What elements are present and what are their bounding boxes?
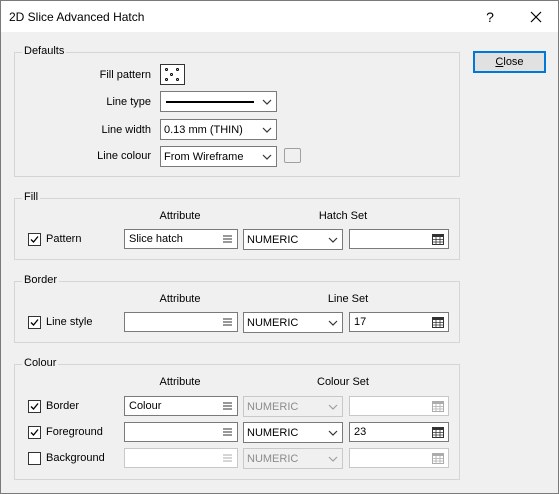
list-icon[interactable] [223, 235, 232, 243]
help-button[interactable]: ? [467, 1, 513, 32]
close-icon [530, 11, 542, 22]
grid-icon[interactable] [432, 317, 444, 328]
list-icon [223, 454, 232, 462]
colour-foreground-type-select[interactable]: NUMERIC [243, 422, 343, 443]
chevron-down-icon [262, 127, 272, 133]
fill-group-label: Fill [22, 191, 41, 203]
line-width-select[interactable]: 0.13 mm (THIN) [160, 119, 277, 140]
colour-border-set-field [349, 396, 449, 416]
pattern-dot [165, 68, 168, 71]
list-icon[interactable] [223, 428, 232, 436]
colour-border-attribute-field[interactable]: Colour [124, 396, 238, 416]
pattern-checkbox[interactable] [28, 233, 41, 246]
line-style-type-select[interactable]: NUMERIC [243, 312, 343, 333]
colour-set-header: Colour Set [317, 376, 369, 388]
fill-attribute-header: Attribute [159, 210, 201, 222]
title-bar: 2D Slice Advanced Hatch ? [1, 1, 558, 32]
line-style-checkbox[interactable] [28, 316, 41, 329]
hatch-set-field[interactable] [349, 229, 449, 249]
colour-background-label: Background [46, 452, 105, 464]
colour-background-checkbox[interactable] [28, 452, 41, 465]
line-colour-swatch-button[interactable] [284, 148, 301, 163]
close-window-button[interactable] [513, 1, 559, 32]
colour-background-type-select: NUMERIC [243, 448, 343, 469]
pattern-label: Pattern [46, 233, 82, 245]
colour-border-checkbox[interactable] [28, 400, 41, 413]
pattern-type-select[interactable]: NUMERIC [243, 229, 343, 250]
colour-background-attribute-field [124, 448, 238, 468]
chevron-down-icon [262, 154, 272, 160]
chevron-down-icon [328, 430, 338, 436]
line-width-value: 0.13 mm (THIN) [164, 123, 243, 136]
chevron-down-icon [328, 320, 338, 326]
line-type-label: Line type [106, 96, 151, 108]
grid-icon[interactable] [432, 427, 444, 438]
line-colour-value: From Wireframe [164, 150, 244, 163]
line-style-label: Line style [46, 316, 93, 328]
defaults-group-label: Defaults [22, 45, 67, 57]
border-attribute-header: Attribute [159, 293, 201, 305]
help-icon: ? [486, 8, 494, 25]
grid-icon [432, 401, 444, 412]
border-group-label: Border [22, 274, 60, 286]
fill-set-header: Hatch Set [318, 210, 368, 222]
list-icon[interactable] [223, 402, 232, 410]
grid-icon [432, 453, 444, 464]
check-icon [30, 403, 39, 410]
pattern-attribute-field[interactable]: Slice hatch [124, 229, 238, 249]
line-width-label: Line width [101, 124, 151, 136]
line-colour-label: Line colour [97, 150, 151, 162]
list-icon[interactable] [223, 318, 232, 326]
chevron-down-icon [328, 404, 338, 410]
check-icon [30, 319, 39, 326]
fill-pattern-picker[interactable] [160, 64, 185, 85]
colour-foreground-set-field[interactable]: 23 [349, 422, 449, 442]
line-colour-select[interactable]: From Wireframe [160, 146, 277, 167]
colour-border-label: Border [46, 400, 80, 412]
pattern-dot [176, 68, 179, 71]
line-type-select[interactable] [160, 91, 277, 112]
colour-attribute-header: Attribute [159, 376, 201, 388]
chevron-down-icon [328, 456, 338, 462]
colour-group-label: Colour [22, 357, 59, 369]
colour-border-type-select: NUMERIC [243, 396, 343, 417]
colour-background-set-field [349, 448, 449, 468]
line-set-field[interactable]: 17 [349, 312, 449, 332]
grid-icon[interactable] [432, 234, 444, 245]
colour-foreground-checkbox[interactable] [28, 426, 41, 439]
chevron-down-icon [328, 237, 338, 243]
pattern-dot [165, 78, 168, 81]
dialog-title: 2D Slice Advanced Hatch [9, 10, 145, 24]
check-icon [30, 236, 39, 243]
line-style-attribute-field[interactable] [124, 312, 238, 332]
close-button[interactable]: Close [473, 51, 546, 73]
dialog-window: 2D Slice Advanced Hatch ? Close Defaults… [0, 0, 559, 494]
colour-foreground-label: Foreground [46, 426, 103, 438]
fill-pattern-label: Fill pattern [99, 69, 151, 81]
check-icon [30, 429, 39, 436]
chevron-down-icon [262, 99, 272, 105]
line-type-sample [166, 101, 254, 103]
colour-foreground-attribute-field[interactable] [124, 422, 238, 442]
border-set-header: Line Set [327, 293, 369, 305]
pattern-dot [176, 78, 179, 81]
pattern-dot [170, 73, 173, 76]
